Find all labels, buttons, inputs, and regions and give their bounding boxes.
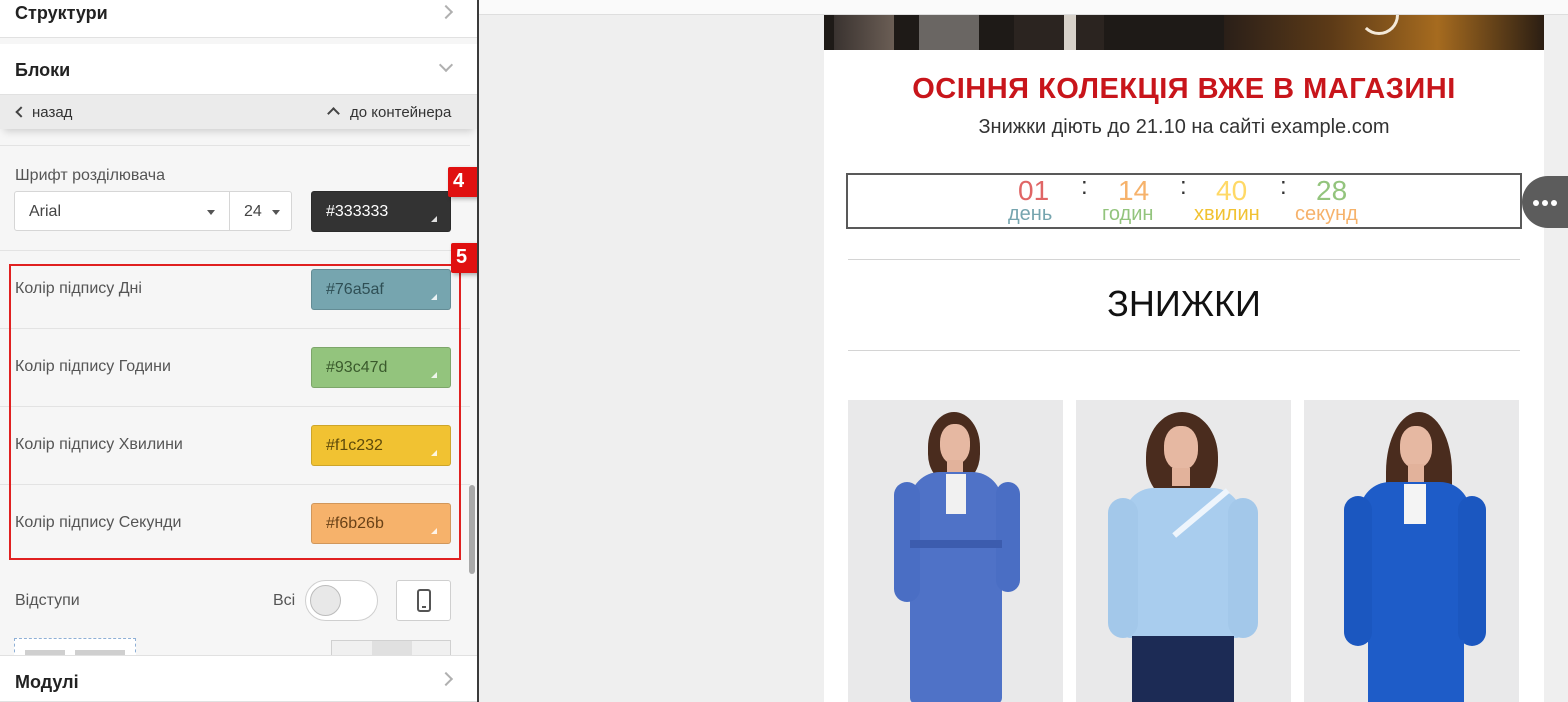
chevron-down-icon — [438, 57, 454, 73]
panel-divider — [477, 0, 479, 702]
timer-minutes-label: хвилин — [1194, 203, 1260, 225]
annotation-badge-4-label: 4 — [453, 170, 465, 192]
countdown-timer[interactable]: 01 день : 14 годин : 40 хвилин : 28 секу… — [846, 173, 1522, 229]
annotation-highlight-box — [9, 264, 461, 560]
chevron-up-icon — [327, 107, 340, 120]
email-subline[interactable]: Знижки діють до 21.10 на сайті example.c… — [824, 116, 1544, 139]
mobile-toggle-button[interactable] — [396, 580, 451, 621]
timer-days-label: день — [1008, 203, 1053, 225]
email-headline[interactable]: ОСІННЯ КОЛЕКЦІЯ ВЖЕ В МАГАЗИНІ — [824, 73, 1544, 106]
divider — [0, 250, 470, 251]
panel-scrollbar[interactable] — [469, 485, 475, 574]
separator-color-value: #333333 — [326, 203, 389, 220]
separator-font-label: Шрифт розділювача — [15, 167, 166, 184]
to-container-link[interactable]: до контейнера — [350, 104, 451, 121]
timer-separator: : — [1180, 173, 1187, 200]
font-size-select[interactable]: 24 — [229, 191, 292, 231]
padding-all-label: Всі — [273, 592, 296, 609]
annotation-badge-4: 4 — [448, 167, 477, 197]
section-modules[interactable]: Модулі — [0, 655, 477, 702]
chevron-right-icon — [438, 4, 454, 20]
picker-corner-icon — [431, 216, 437, 222]
annotation-badge-5-label: 5 — [456, 246, 468, 268]
divider — [848, 350, 1520, 351]
font-family-value: Arial — [29, 203, 62, 220]
caret-down-icon — [272, 210, 280, 215]
caret-down-icon — [207, 210, 215, 215]
product-image-suit[interactable] — [1304, 400, 1519, 702]
padding-label: Відступи — [15, 592, 80, 609]
mobile-icon — [417, 589, 431, 612]
timer-hours-label: годин — [1102, 203, 1154, 225]
padding-all-toggle[interactable] — [305, 580, 378, 621]
font-family-select[interactable]: Arial — [14, 191, 230, 231]
timer-seconds-label: секунд — [1295, 203, 1358, 225]
product-image-sweater[interactable] — [1076, 400, 1291, 702]
separator-color-picker[interactable]: #333333 — [311, 191, 451, 232]
settings-panel: Структури Блоки назад до контейнера Шриф… — [0, 0, 477, 702]
font-size-value: 24 — [244, 203, 262, 220]
back-link[interactable]: назад — [32, 104, 72, 121]
chevron-right-icon — [438, 671, 454, 687]
timer-separator: : — [1081, 173, 1088, 200]
section-blocks[interactable]: Блоки — [0, 44, 477, 95]
product-image-coat[interactable] — [848, 400, 1063, 702]
section-structures[interactable]: Структури — [0, 0, 477, 38]
timer-separator: : — [1280, 173, 1287, 200]
annotation-badge-5: 5 — [451, 243, 477, 273]
section-title[interactable]: ЗНИЖКИ — [824, 283, 1544, 325]
divider — [848, 259, 1520, 260]
more-actions-button[interactable] — [1522, 176, 1568, 228]
section-blocks-label: Блоки — [15, 60, 71, 80]
more-icon-dot — [1542, 200, 1548, 206]
section-structures-label: Структури — [15, 3, 108, 23]
canvas-top-bar — [479, 0, 1568, 15]
chevron-left-icon — [15, 106, 27, 118]
section-modules-label: Модулі — [15, 672, 79, 692]
more-icon — [1533, 200, 1539, 206]
divider — [0, 145, 470, 146]
block-navigation: назад до контейнера — [0, 95, 477, 129]
email-preview: ОСІННЯ КОЛЕКЦІЯ ВЖЕ В МАГАЗИНІ Знижки ді… — [824, 15, 1544, 702]
hero-image[interactable] — [824, 15, 1544, 50]
more-icon-dot — [1551, 200, 1557, 206]
toggle-knob — [310, 585, 341, 616]
